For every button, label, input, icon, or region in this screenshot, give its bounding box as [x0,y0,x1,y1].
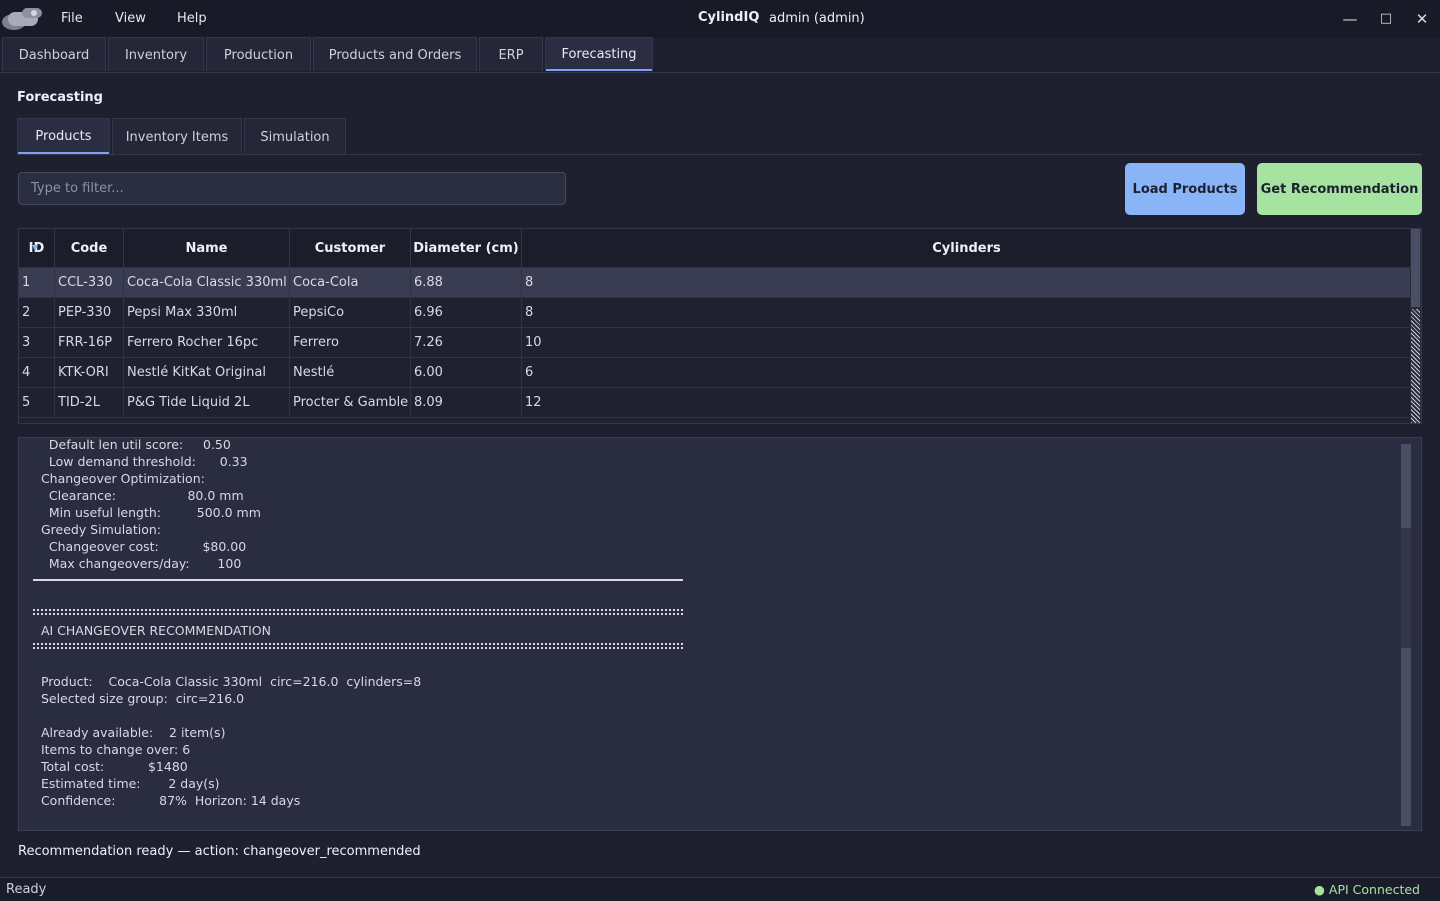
cell-code: PEP-330 [55,298,124,328]
output-line: Product: Coca-Cola Classic 330ml circ=21… [33,674,422,689]
status-bar: Ready ● API Connected [0,877,1440,901]
cell-id: 5 [19,388,55,418]
cell-id: 1 [19,268,55,298]
tab-dashboard[interactable]: Dashboard [2,37,106,71]
table-scrollbar[interactable] [1410,229,1421,423]
table-row[interactable]: 3 FRR-16P Ferrero Rocher 16pc Ferrero 7.26 10 [19,327,1411,358]
output-line: Max changeovers/day: 100 [33,556,242,571]
get-recommendation-button[interactable]: Get Recommendation [1257,163,1422,215]
output-line: Confidence: 87% Horizon: 14 days [33,793,301,808]
double-rule-top [33,609,683,615]
cell-cylinders: 8 [525,305,534,320]
output-line: Low demand threshold: 0.33 [33,454,248,469]
output-line: Already available: 2 item(s) [33,725,226,740]
output-line: Changeover Optimization: [33,471,205,486]
tab-production[interactable]: Production [206,37,311,71]
cell-id: 2 [19,298,55,328]
menu-help[interactable]: Help [177,11,207,26]
output-scrollbar-thumb[interactable] [1401,444,1411,528]
output-separator [33,579,683,581]
output-line: Changeover cost: $80.00 [33,539,247,554]
output-line: Estimated time: 2 day(s) [33,776,220,791]
tab-erp[interactable]: ERP [479,37,543,71]
cell-customer: Procter & Gamble [290,388,411,418]
output-line: Total cost: $1480 [33,759,188,774]
table-scrollbar-thumb[interactable] [1411,229,1420,307]
recommendation-status: Recommendation ready — action: changeove… [18,844,421,859]
table-row[interactable]: 5 TID-2L P&G Tide Liquid 2L Procter & Gambl… [19,387,1411,418]
app-logo-icon [2,8,42,30]
cell-name: P&G Tide Liquid 2L [124,388,290,418]
output-line: Selected size group: circ=216.0 [33,691,245,706]
output-scrollbar-thumb-lower[interactable] [1401,648,1411,826]
cell-name: Nestlé KitKat Original [124,358,290,388]
column-header-id[interactable]: ▼ ID [19,229,55,267]
subtab-simulation[interactable]: Simulation [244,118,346,154]
column-header-cylinders[interactable]: Cylinders [522,229,1411,267]
cell-customer: Nestlé [290,358,411,388]
minimize-button[interactable]: — [1335,6,1365,32]
output-line: Default len util score: 0.50 [33,437,231,452]
column-header-customer[interactable]: Customer [290,229,411,267]
section-title: Forecasting [17,90,103,105]
column-header-diameter[interactable]: Diameter (cm) [411,229,522,267]
sort-ascending-icon: ▼ [32,243,39,252]
output-scrollbar[interactable] [1401,444,1411,826]
column-header-code[interactable]: Code [55,229,124,267]
column-header-name[interactable]: Name [124,229,290,267]
cell-name: Pepsi Max 330ml [124,298,290,328]
cell-diameter: 7.26 [411,328,522,358]
table-header: ▼ ID Code Name Customer Diameter (cm) Cy… [19,229,1411,267]
subtab-products[interactable]: Products [17,118,110,154]
tab-forecasting[interactable]: Forecasting [545,37,653,71]
cell-code: FRR-16P [55,328,124,358]
cell-cylinders: 12 [525,395,542,410]
filter-input[interactable] [18,172,566,205]
table-row-partial [19,417,1411,423]
table-row[interactable]: 2 PEP-330 Pepsi Max 330ml PepsiCo 6.96 8 [19,297,1411,328]
app-title: CylindIQ [698,10,760,25]
products-table[interactable]: ▼ ID Code Name Customer Diameter (cm) Cy… [18,228,1422,424]
cell-customer: Ferrero [290,328,411,358]
double-rule-bottom [33,643,683,649]
cell-cylinders: 8 [525,275,534,290]
table-scrollbar-track [1411,309,1420,423]
cell-cylinders: 6 [525,365,534,380]
table-row[interactable]: 1 CCL-330 Coca-Cola Classic 330ml Coca-Cola… [19,267,1411,298]
close-button[interactable]: ✕ [1407,6,1437,32]
recommendation-output[interactable]: Default len util score: 0.50 Low demand … [18,437,1422,831]
cell-id: 3 [19,328,55,358]
output-line: Items to change over: 6 [33,742,191,757]
table-row[interactable]: 4 KTK-ORI Nestlé KitKat Original Nestlé 6.00… [19,357,1411,388]
output-line: Clearance: 80.0 mm [33,488,244,503]
cell-diameter: 8.09 [411,388,522,418]
cell-diameter: 6.88 [411,268,522,298]
cell-customer: Coca-Cola [290,268,411,298]
tab-inventory[interactable]: Inventory [108,37,204,71]
menu-view[interactable]: View [115,11,146,26]
cell-name: Ferrero Rocher 16pc [124,328,290,358]
output-line: Min useful length: 500.0 mm [33,505,261,520]
load-products-button[interactable]: Load Products [1125,163,1245,215]
cell-name: Coca-Cola Classic 330ml [124,268,290,298]
cell-diameter: 6.96 [411,298,522,328]
subtab-inventory-items[interactable]: Inventory Items [112,118,242,154]
cell-code: CCL-330 [55,268,124,298]
cell-customer: PepsiCo [290,298,411,328]
output-heading: AI CHANGEOVER RECOMMENDATION [33,623,271,638]
cell-code: TID-2L [55,388,124,418]
status-text: Ready [6,882,47,897]
menu-file[interactable]: File [61,11,83,26]
tab-strip-divider [0,72,1440,73]
cell-cylinders: 10 [525,335,542,350]
cell-id: 4 [19,358,55,388]
tab-products-and-orders[interactable]: Products and Orders [313,37,477,71]
output-line: Greedy Simulation: [33,522,161,537]
cell-code: KTK-ORI [55,358,124,388]
api-connected-indicator: ● API Connected [1314,882,1420,897]
cell-diameter: 6.00 [411,358,522,388]
maximize-button[interactable]: □ [1371,6,1401,32]
title-bar: File View Help CylindIQ admin (admin) — … [0,0,1440,38]
user-label: admin (admin) [769,11,865,26]
